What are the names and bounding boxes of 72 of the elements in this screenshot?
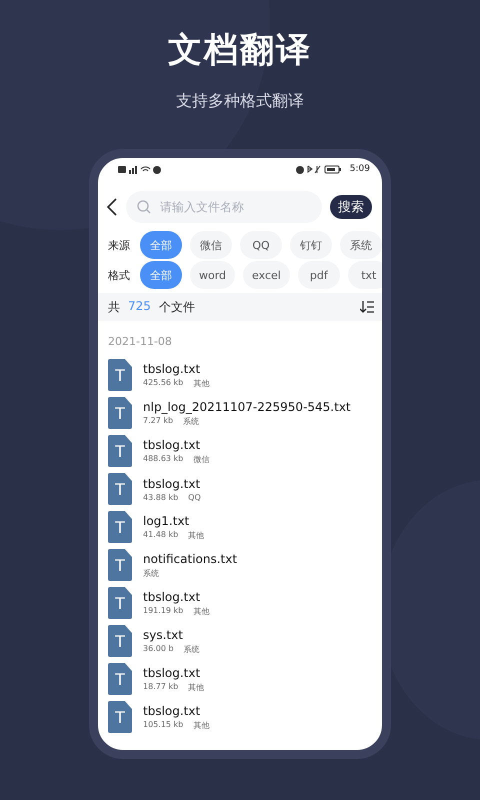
file-row[interactable]: T tbslog.txt 105.15 kb 其他 [98,698,382,736]
file-name: tbslog.txt [143,476,201,490]
filter-chip[interactable]: 系统 [340,231,382,259]
file-row[interactable]: T log1.txt 41.48 kb 其他 [98,508,382,546]
file-size: 41.48 kb [143,530,178,540]
file-size: 36.00 b [143,644,174,654]
filter-chip[interactable]: pdf [298,261,340,289]
file-source: 其他 [188,682,204,692]
file-source: QQ [188,492,201,502]
text-file-icon: T [108,435,132,467]
file-row[interactable]: T tbslog.txt 18.77 kb 其他 [98,660,382,698]
count-suffix: 个文件 [158,298,195,316]
text-file-icon: T [108,473,132,505]
file-row[interactable]: T tbslog.txt 488.63 kb 微信 [98,432,382,470]
file-size: 191.19 kb [143,606,184,616]
file-source: 其他 [193,378,210,388]
file-name: log1.txt [143,514,190,528]
file-name: tbslog.txt [143,704,202,718]
status-time: 5:09 [350,164,370,174]
file-name: tbslog.txt [143,438,202,452]
filter-label: 来源 [108,238,131,252]
filter-chip[interactable]: word [190,261,236,289]
search-icon [137,200,151,214]
file-row[interactable]: T nlp_log_20211107-225950-545.txt 7.27 kb 系统 [98,394,382,432]
file-name: tbslog.txt [143,590,202,604]
file-source: 系统 [184,644,200,654]
text-file-icon: T [108,549,132,581]
filter-label: 格式 [108,268,131,282]
file-name: tbslog.txt [143,666,202,680]
file-source: 系统 [143,568,159,578]
back-icon[interactable] [106,198,118,216]
file-row[interactable]: T sys.txt 36.00 b 系统 [98,622,382,660]
file-name: notifications.txt [143,552,238,566]
text-file-icon: T [108,625,132,657]
text-file-icon: T [108,587,132,619]
file-row[interactable]: T tbslog.txt 191.19 kb 其他 [98,584,382,622]
file-size: 43.88 kb [143,492,178,502]
signal-icon [118,164,162,174]
filter-chip[interactable]: QQ [240,231,282,259]
text-file-icon: T [108,359,132,391]
file-source: 其他 [193,606,210,616]
search-field[interactable]: 请输入文件名称 [126,191,322,223]
file-source: 微信 [193,454,210,464]
file-size: 7.27 kb [143,416,174,426]
date-heading: 2021-11-08 [107,334,173,350]
filter-chip[interactable]: txt [348,261,382,289]
file-name: nlp_log_20211107-225950-545.txt [143,400,351,414]
text-file-icon: T [108,701,132,733]
text-file-icon: T [108,511,132,543]
sort-icon[interactable] [360,301,374,313]
file-size: 18.77 kb [143,682,178,692]
count-prefix: 共 [108,298,120,316]
file-size: 488.63 kb [143,454,184,464]
headline: 文档翻译 [168,30,312,70]
file-size: 105.15 kb [143,720,184,730]
file-row[interactable]: T tbslog.txt 425.56 kb 其他 [98,356,382,394]
file-source: 其他 [193,720,210,730]
file-name: tbslog.txt [143,362,202,376]
filter-chip[interactable]: excel [243,261,290,289]
file-name: sys.txt [143,628,184,642]
file-row[interactable]: T notifications.txt 系统 [98,546,382,584]
file-source: 其他 [188,530,204,540]
text-file-icon: T [108,663,132,695]
file-size: 425.56 kb [143,378,184,388]
subheadline: 支持多种格式翻译 [176,90,304,112]
text-file-icon: T [108,397,132,429]
filter-chip[interactable]: 钉钉 [290,231,332,259]
file-source: 系统 [183,416,200,426]
search-button[interactable]: 搜索 [330,195,372,219]
file-row[interactable]: T tbslog.txt 43.88 kb QQ [98,470,382,508]
filter-chip[interactable]: 微信 [190,231,232,259]
file-count: 725 [128,298,151,314]
